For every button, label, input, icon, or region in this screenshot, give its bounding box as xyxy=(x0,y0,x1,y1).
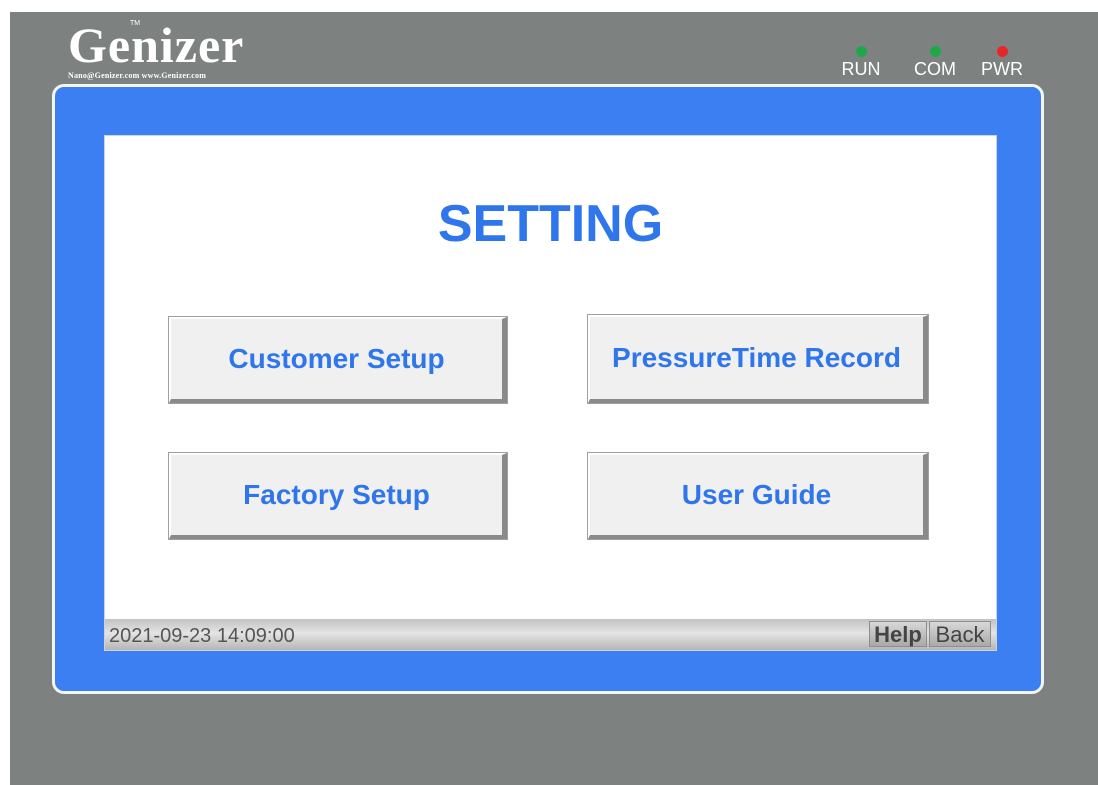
run-indicator: RUN xyxy=(836,46,886,79)
pwr-label: PWR xyxy=(981,59,1023,79)
pwr-led-icon xyxy=(996,46,1008,57)
com-led-icon xyxy=(929,46,941,57)
customer-setup-button[interactable]: Customer Setup xyxy=(168,316,508,404)
run-label: RUN xyxy=(841,59,881,79)
pressure-time-record-button[interactable]: PressureTime Record xyxy=(587,314,929,404)
com-indicator: COM xyxy=(910,46,960,79)
brand-name: Genizer xyxy=(68,17,245,73)
factory-setup-button[interactable]: Factory Setup xyxy=(168,452,508,540)
help-button[interactable]: Help xyxy=(869,621,927,647)
status-bar: 2021-09-23 14:09:00 Help Back xyxy=(105,619,996,650)
com-label: COM xyxy=(914,59,956,79)
page-title: SETTING xyxy=(437,195,664,253)
user-guide-button[interactable]: User Guide xyxy=(587,452,929,540)
touch-screen: SETTING Customer Setup PressureTime Reco… xyxy=(104,135,997,651)
back-button[interactable]: Back xyxy=(929,621,991,647)
brand-trademark: TM xyxy=(130,20,141,27)
datetime-display: 2021-09-23 14:09:00 xyxy=(109,625,295,647)
pwr-indicator: PWR xyxy=(977,46,1027,79)
brand-contact: Nano@Genizer.com www.Genizer.com xyxy=(68,71,207,80)
run-led-icon xyxy=(855,46,867,57)
